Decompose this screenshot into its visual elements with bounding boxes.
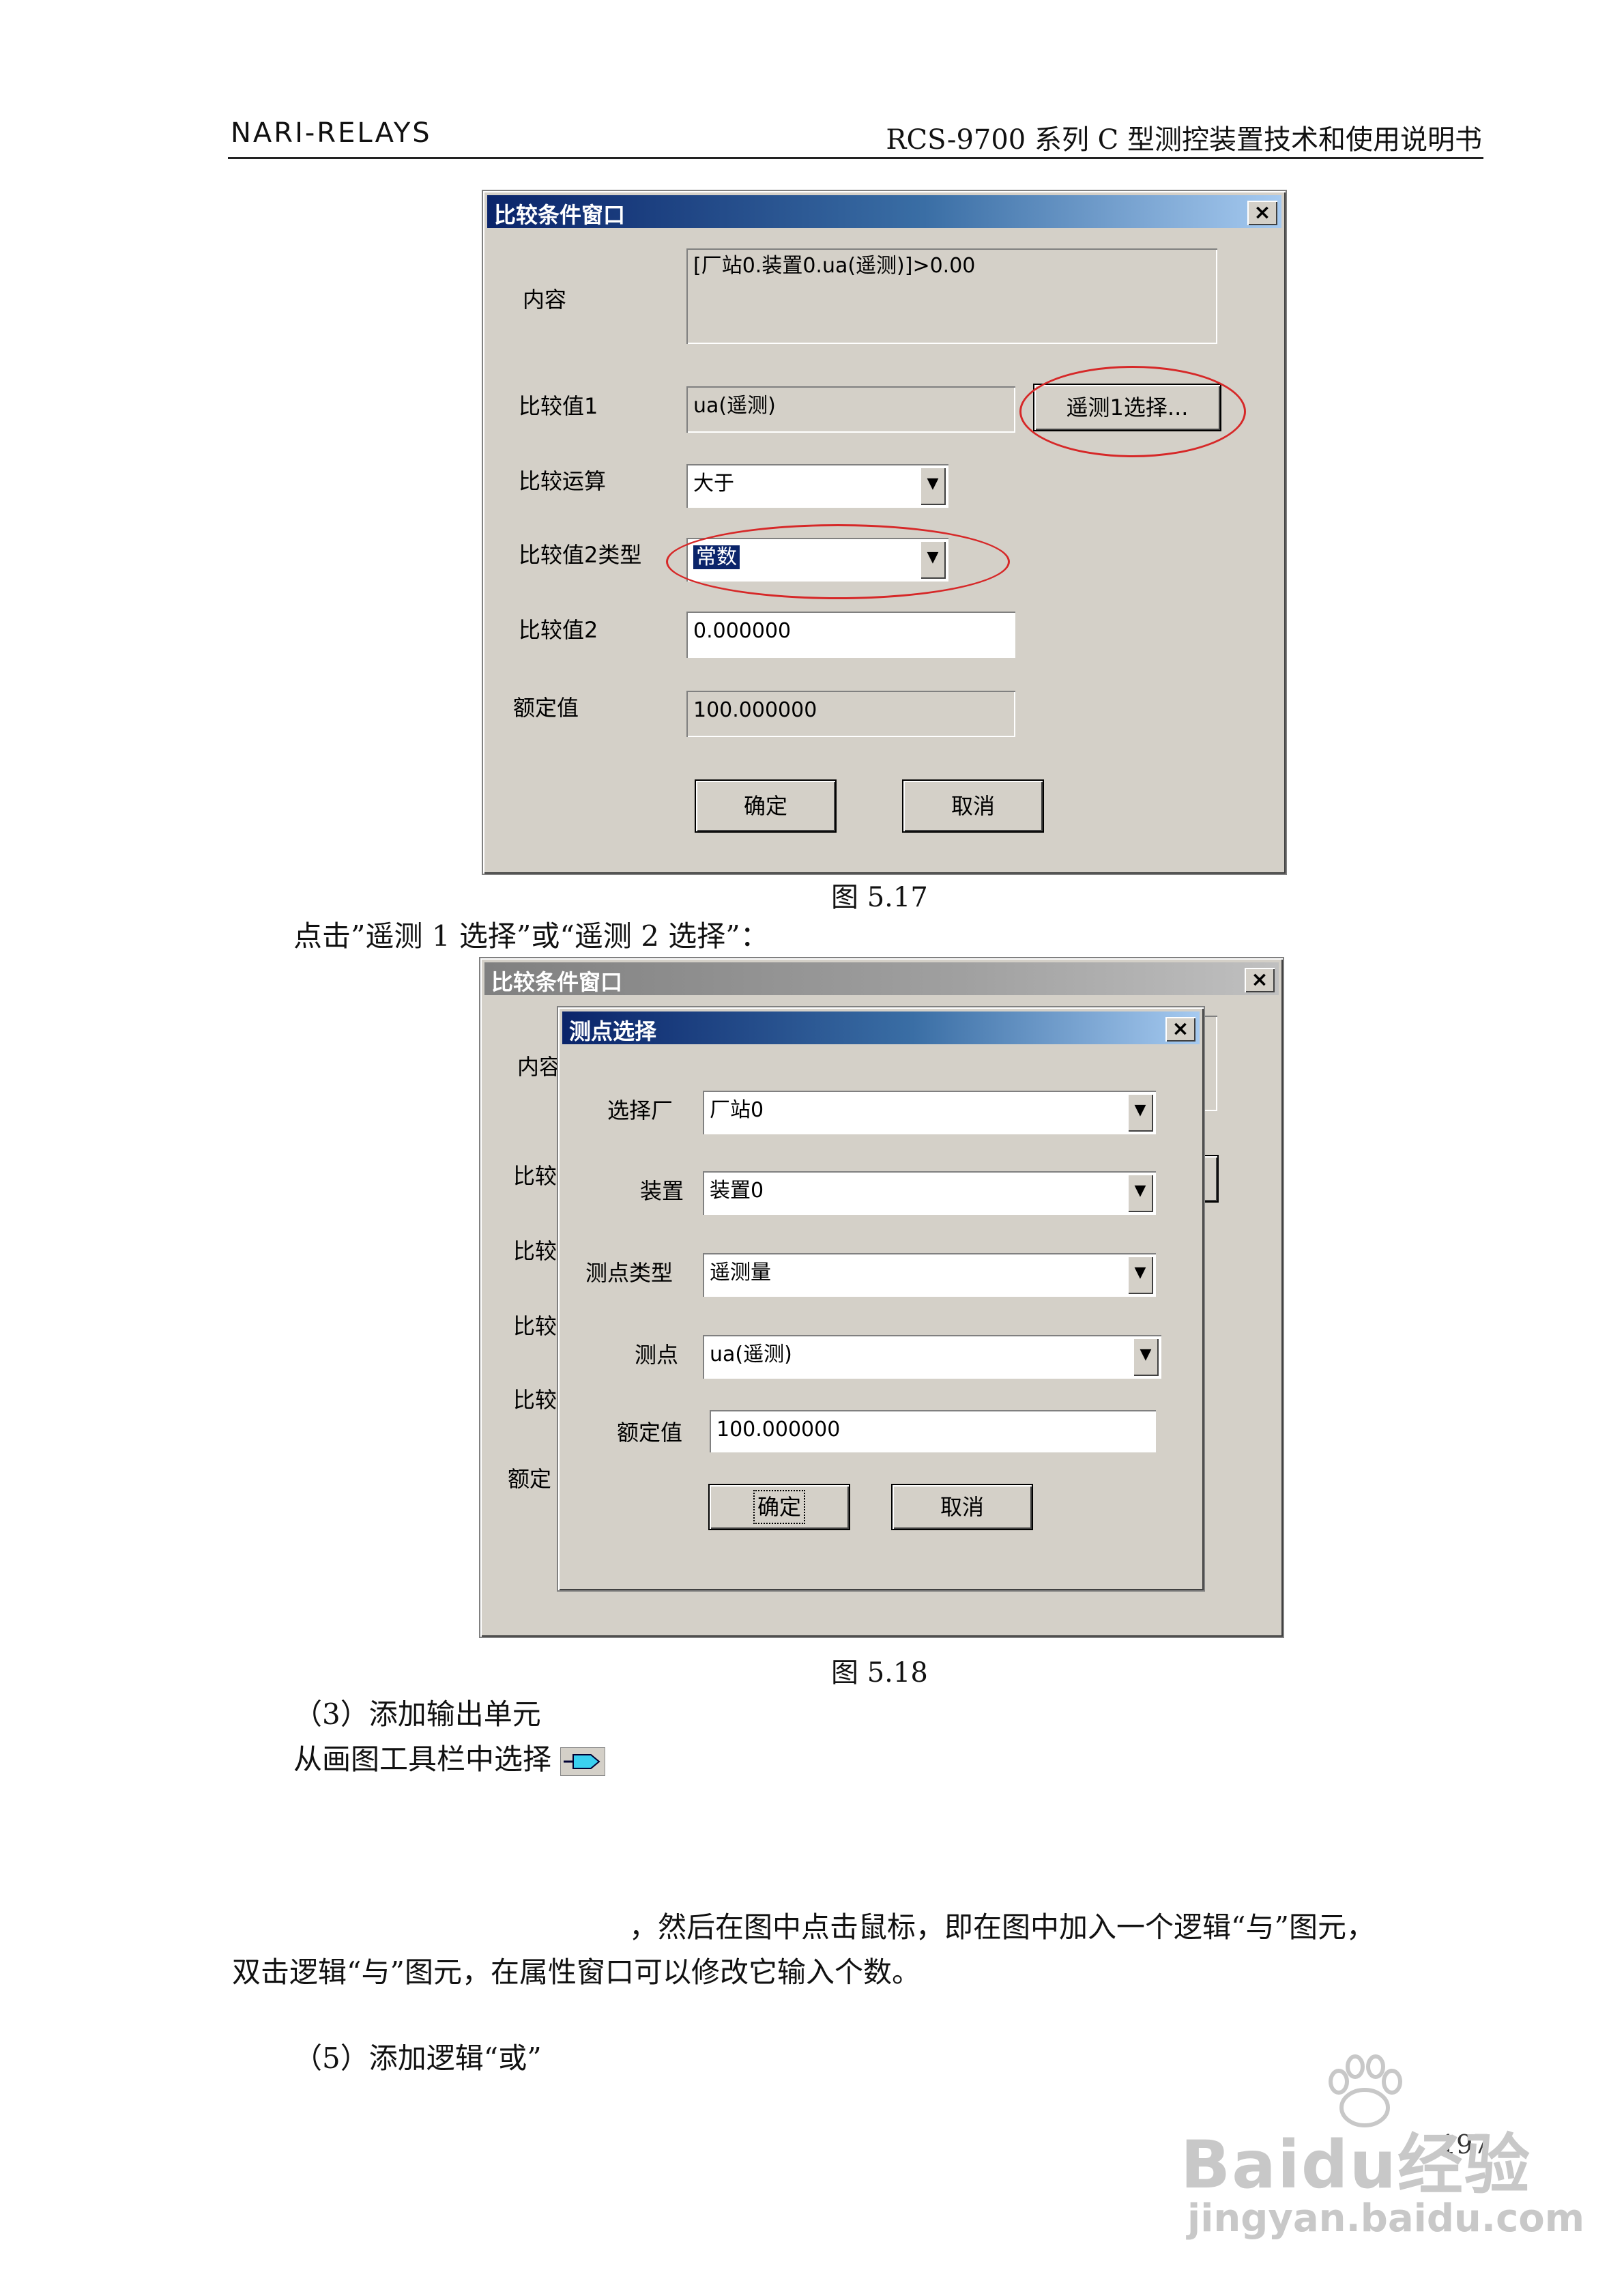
dropdown-arrow-icon[interactable]: ▼: [1127, 1174, 1153, 1212]
paragraph-line-1: ，然后在图中点击鼠标，即在图中加入一个逻辑“与”图元，: [629, 1910, 1375, 1944]
background-close-button[interactable]: ×: [1245, 968, 1275, 992]
dialog-title: 测点选择: [569, 1018, 657, 1044]
body-text-click: 点击”遥测 1 选择”或“遥测 2 选择”：: [293, 919, 769, 953]
dialog-close-button[interactable]: ×: [1165, 1017, 1195, 1042]
watermark-logo: Baidu经验: [1180, 2127, 1531, 2203]
device-combo[interactable]: 装置0 ▼: [703, 1171, 1156, 1215]
background-window-title: 比较条件窗口: [491, 969, 623, 995]
compare-op-label: 比较运算: [519, 468, 607, 494]
section-3-text: 从画图工具栏中选择: [293, 1742, 552, 1776]
section-3-line: 从画图工具栏中选择: [293, 1736, 606, 1778]
ok-label: 确定: [753, 1490, 806, 1524]
point-type-label: 测点类型: [585, 1260, 673, 1286]
compare-value1-field[interactable]: ua(遥测): [686, 386, 1015, 433]
compare-op-value: 大于: [693, 472, 734, 496]
ok-button[interactable]: 确定: [696, 781, 835, 831]
compare-condition-window: 比较条件窗口 × 内容 [厂站0.装置0.ua(遥测)]>0.00 比较值1 u…: [482, 190, 1287, 875]
factory-combo[interactable]: 厂站0 ▼: [703, 1091, 1156, 1134]
point-combo[interactable]: ua(遥测) ▼: [703, 1335, 1161, 1379]
dropdown-arrow-icon[interactable]: ▼: [920, 467, 946, 505]
point-type-value: 遥测量: [710, 1261, 771, 1285]
compare-value1-label: 比较值1: [519, 393, 598, 419]
background-titlebar: 比较条件窗口 ×: [484, 962, 1279, 995]
rated-label: 额定值: [617, 1420, 683, 1446]
content-field[interactable]: [厂站0.装置0.ua(遥测)]>0.00: [686, 248, 1217, 344]
cancel-button[interactable]: 取消: [903, 781, 1043, 831]
figure-caption-5-17: 图 5.17: [831, 882, 928, 913]
factory-label: 选择厂: [607, 1097, 673, 1123]
point-type-combo[interactable]: 遥测量 ▼: [703, 1253, 1156, 1297]
dialog-titlebar: 测点选择 ×: [562, 1011, 1200, 1044]
compare-value2-label: 比较值2: [519, 617, 598, 643]
baidu-jingyan-watermark: Baidu经验 jingyan.baidu.com: [1180, 2054, 1584, 2245]
ok-button[interactable]: 确定: [710, 1485, 849, 1529]
header-doc-title: RCS-9700 系列 C 型测控装置技术和使用说明书: [886, 124, 1482, 156]
cancel-label: 取消: [951, 793, 995, 819]
device-label: 装置: [640, 1178, 684, 1204]
highlight-ellipse-select: [1019, 366, 1246, 457]
bg-label-compare1: 比较: [513, 1163, 557, 1189]
bg-label-compare3: 比较: [513, 1313, 557, 1339]
content-label: 内容: [523, 287, 567, 313]
header-rule: [228, 157, 1483, 159]
bg-label-content: 内容: [517, 1054, 562, 1080]
rated-value-label: 额定值: [513, 695, 579, 721]
bg-label-rated: 额定: [508, 1466, 552, 1492]
paragraph-line-2: 双击逻辑“与”图元，在属性窗口可以修改它输入个数。: [232, 1955, 920, 1989]
highlight-ellipse-type: [666, 524, 1010, 599]
watermark-url: jingyan.baidu.com: [1187, 2196, 1585, 2241]
device-value: 装置0: [710, 1179, 764, 1203]
dropdown-arrow-icon[interactable]: ▼: [1127, 1256, 1153, 1294]
section-3-heading: （3）添加输出单元: [293, 1697, 541, 1731]
point-value: ua(遥测): [710, 1343, 792, 1366]
cancel-button[interactable]: 取消: [893, 1485, 1032, 1529]
bg-label-compare4: 比较: [513, 1387, 557, 1413]
section-5-heading: （5）添加逻辑“或”: [293, 2041, 542, 2075]
window-titlebar: 比较条件窗口 ×: [487, 195, 1281, 228]
compare-op-combo[interactable]: 大于 ▼: [686, 464, 948, 508]
close-button[interactable]: ×: [1247, 201, 1277, 225]
bg-select-button: [1204, 1156, 1217, 1201]
bg-label-compare2: 比较: [513, 1238, 557, 1264]
header-brand: NARI-RELAYS: [231, 117, 432, 149]
window-title: 比较条件窗口: [494, 202, 626, 228]
point-select-dialog: 测点选择 × 选择厂 厂站0 ▼ 装置 装置0 ▼ 测点类型 遥测量 ▼ 测点 …: [557, 1006, 1205, 1592]
point-label: 测点: [635, 1342, 679, 1368]
figure-caption-5-18: 图 5.18: [831, 1657, 928, 1689]
factory-value: 厂站0: [710, 1098, 764, 1122]
ok-label: 确定: [743, 793, 787, 819]
cancel-label: 取消: [940, 1494, 984, 1520]
dropdown-arrow-icon[interactable]: ▼: [1127, 1093, 1153, 1132]
rated-input[interactable]: 100.000000: [710, 1410, 1156, 1452]
output-unit-tool-icon: [560, 1747, 606, 1776]
compare-value2-input[interactable]: 0.000000: [686, 612, 1015, 658]
compare-type2-label: 比较值2类型: [519, 542, 642, 568]
dropdown-arrow-icon[interactable]: ▼: [1133, 1338, 1159, 1376]
rated-value-field[interactable]: 100.000000: [686, 691, 1015, 737]
